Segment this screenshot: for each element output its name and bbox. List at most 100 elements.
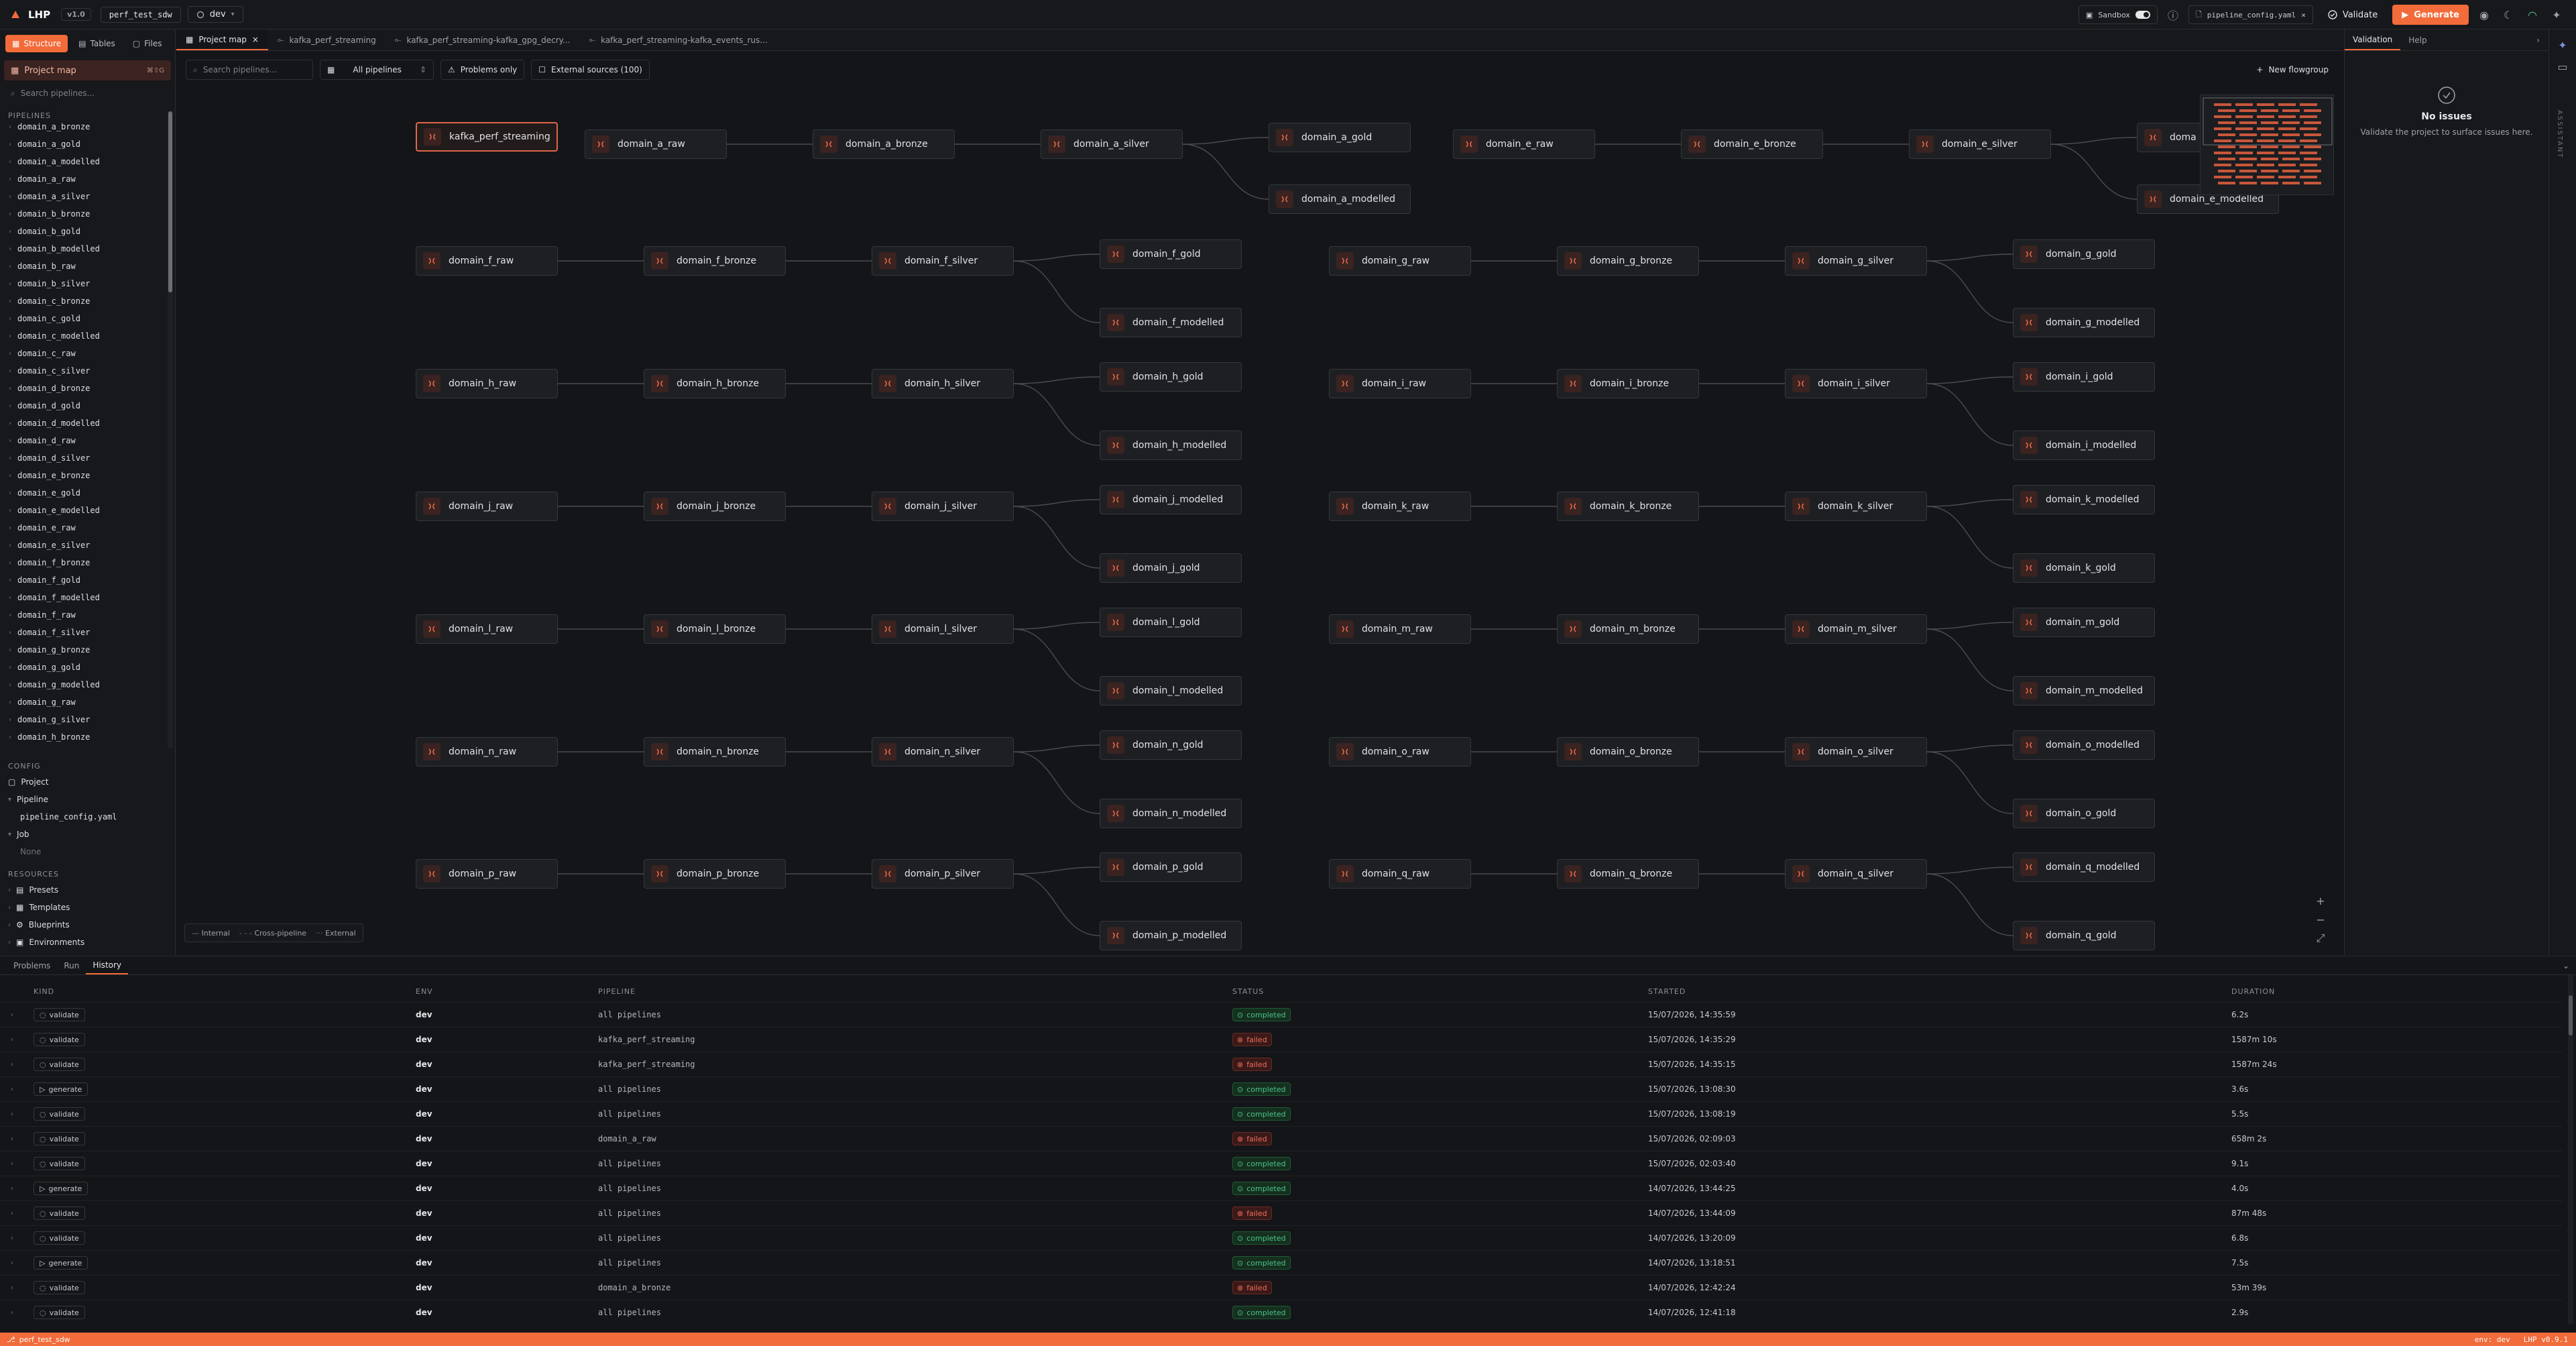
generate-button[interactable]: ▶ Generate bbox=[2392, 5, 2469, 25]
sidebar-scrollbar[interactable] bbox=[168, 111, 173, 748]
sidebar-item-pipeline[interactable]: › domain_e_bronze bbox=[0, 467, 168, 484]
pipeline-node[interactable]: domain_g_gold bbox=[2013, 239, 2155, 269]
pipeline-node[interactable]: domain_n_bronze bbox=[644, 737, 786, 767]
table-row[interactable]: › ◌ validate dev all pipelines ⊗ failed 14/07/2… bbox=[0, 1200, 2563, 1225]
pipeline-node[interactable]: domain_h_bronze bbox=[644, 369, 786, 398]
pipeline-node[interactable]: domain_n_modelled bbox=[1100, 799, 1242, 828]
pipeline-node[interactable]: domain_j_raw bbox=[416, 492, 558, 521]
pipeline-filter-select[interactable]: ▦ All pipelines ⇕ bbox=[320, 60, 434, 80]
resource-presets[interactable]: › ▤ Presets bbox=[0, 881, 176, 899]
pipeline-node[interactable]: domain_e_bronze bbox=[1681, 129, 1823, 159]
sidebar-item-pipeline[interactable]: › domain_g_gold bbox=[0, 659, 168, 676]
table-row[interactable]: › ◌ validate dev kafka_perf_streaming ⊗ failed… bbox=[0, 1027, 2563, 1052]
tab-tables[interactable]: ▤ Tables bbox=[72, 35, 122, 52]
pipeline-node[interactable]: domain_l_silver bbox=[872, 614, 1014, 644]
chevron-right-icon[interactable]: › bbox=[11, 1135, 13, 1143]
pipeline-node[interactable]: domain_n_silver bbox=[872, 737, 1014, 767]
pipeline-node[interactable]: domain_j_gold bbox=[1100, 553, 1242, 583]
fit-view-icon[interactable]: ⤢ bbox=[2312, 930, 2329, 946]
pipeline-node[interactable]: domain_i_modelled bbox=[2013, 431, 2155, 460]
pipeline-node[interactable]: domain_i_silver bbox=[1785, 369, 1927, 398]
pipeline-node[interactable]: domain_f_raw bbox=[416, 246, 558, 276]
table-row[interactable]: › ◌ validate dev all pipelines ⊙ completed 15/0… bbox=[0, 1101, 2563, 1126]
tab-files[interactable]: ▢ Files bbox=[126, 35, 169, 52]
sidebar-item-pipeline[interactable]: › domain_e_modelled bbox=[0, 502, 168, 519]
resource-blueprints[interactable]: › ⚙ Blueprints bbox=[0, 916, 176, 934]
sidebar-item-pipeline[interactable]: › domain_f_gold bbox=[0, 571, 168, 589]
sparkle-icon[interactable]: ✦ bbox=[2554, 36, 2571, 54]
chevron-right-icon[interactable]: › bbox=[11, 1036, 13, 1044]
new-flowgroup-button[interactable]: + New flowgroup bbox=[2249, 60, 2335, 80]
sidebar-item-pipeline[interactable]: › domain_a_gold bbox=[0, 135, 168, 153]
status-project[interactable]: ⎇ perf_test_sdw bbox=[0, 1335, 70, 1344]
chat-icon[interactable]: ▭ bbox=[2554, 58, 2571, 75]
config-pipeline[interactable]: ▾ Pipeline bbox=[0, 791, 176, 808]
pipeline-node[interactable]: domain_h_silver bbox=[872, 369, 1014, 398]
pipeline-node[interactable]: domain_q_bronze bbox=[1557, 859, 1699, 889]
pipeline-node[interactable]: domain_k_gold bbox=[2013, 553, 2155, 583]
sidebar-item-pipeline[interactable]: › domain_b_modelled bbox=[0, 240, 168, 258]
pipeline-node[interactable]: domain_q_silver bbox=[1785, 859, 1927, 889]
sidebar-item-pipeline[interactable]: › domain_d_modelled bbox=[0, 414, 168, 432]
pipeline-node[interactable]: domain_a_gold bbox=[1269, 123, 1411, 152]
sidebar-item-pipeline[interactable]: › domain_d_gold bbox=[0, 397, 168, 414]
sidebar-item-pipeline[interactable]: › domain_b_bronze bbox=[0, 205, 168, 223]
sidebar-item-pipeline[interactable]: › domain_a_bronze bbox=[0, 118, 168, 135]
resource-templates[interactable]: › ▦ Templates bbox=[0, 899, 176, 916]
minimap[interactable] bbox=[2200, 95, 2334, 195]
chevron-right-icon[interactable]: › bbox=[11, 1259, 13, 1267]
sidebar-item-pipeline[interactable]: › domain_c_bronze bbox=[0, 292, 168, 310]
tab-pipeline[interactable]: ⟜ kafka_perf_streaming bbox=[268, 30, 386, 50]
pipeline-node[interactable]: domain_h_gold bbox=[1100, 362, 1242, 392]
project-map-item[interactable]: ▦ Project map ⌘⇧G bbox=[4, 60, 171, 80]
pipeline-node[interactable]: domain_o_raw bbox=[1329, 737, 1471, 767]
sidebar-item-pipeline[interactable]: › domain_a_silver bbox=[0, 188, 168, 205]
chevron-right-icon[interactable]: › bbox=[11, 1309, 13, 1316]
sidebar-item-pipeline[interactable]: › domain_g_silver bbox=[0, 711, 168, 728]
sidebar-item-pipeline[interactable]: › domain_a_raw bbox=[0, 170, 168, 188]
pipeline-node[interactable]: domain_q_gold bbox=[2013, 921, 2155, 950]
sidebar-item-pipeline[interactable]: › domain_g_bronze bbox=[0, 641, 168, 659]
config-job[interactable]: ▾ Job bbox=[0, 826, 176, 843]
chevron-right-icon[interactable]: › bbox=[11, 1061, 13, 1068]
pipeline-node[interactable]: domain_g_silver bbox=[1785, 246, 1927, 276]
pipeline-node[interactable]: domain_p_modelled bbox=[1100, 921, 1242, 950]
pipeline-node[interactable]: domain_k_silver bbox=[1785, 492, 1927, 521]
resource-environments[interactable]: › ▣ Environments bbox=[0, 934, 176, 951]
table-row[interactable]: › ◌ validate dev all pipelines ⊙ completed 14/0… bbox=[0, 1225, 2563, 1250]
pipeline-node[interactable]: domain_n_gold bbox=[1100, 730, 1242, 760]
sidebar-item-pipeline[interactable]: › domain_g_raw bbox=[0, 693, 168, 711]
chevron-right-icon[interactable]: › bbox=[11, 1235, 13, 1242]
sidebar-item-pipeline[interactable]: › domain_c_silver bbox=[0, 362, 168, 380]
zoom-out-icon[interactable]: − bbox=[2312, 911, 2329, 928]
validate-button[interactable]: Validate bbox=[2320, 5, 2386, 25]
pipeline-node[interactable]: domain_o_bronze bbox=[1557, 737, 1699, 767]
pipeline-node[interactable]: domain_l_modelled bbox=[1100, 676, 1242, 706]
zoom-in-icon[interactable]: + bbox=[2312, 893, 2329, 909]
pipeline-node[interactable]: domain_m_raw bbox=[1329, 614, 1471, 644]
sidebar-item-pipeline[interactable]: › domain_b_raw bbox=[0, 258, 168, 275]
table-row[interactable]: › ▷ generate dev all pipelines ⊙ completed 15/0… bbox=[0, 1076, 2563, 1101]
chevron-right-icon[interactable]: › bbox=[11, 1086, 13, 1093]
close-icon[interactable]: × bbox=[252, 35, 259, 44]
tab-flowgroup[interactable]: ⟜ kafka_perf_streaming-kafka_gpg_decry... bbox=[386, 30, 580, 50]
chevron-right-icon[interactable]: › bbox=[11, 1011, 13, 1019]
sidebar-item-pipeline[interactable]: › domain_c_raw bbox=[0, 345, 168, 362]
table-row[interactable]: › ◌ validate dev kafka_perf_streaming ⊗ failed… bbox=[0, 1052, 2563, 1076]
sidebar-item-pipeline[interactable]: › domain_f_modelled bbox=[0, 589, 168, 606]
sidebar-item-pipeline[interactable]: › domain_f_bronze bbox=[0, 554, 168, 571]
tab-validation[interactable]: Validation bbox=[2345, 30, 2401, 50]
pipeline-node[interactable]: kafka_perf_streaming bbox=[416, 122, 558, 152]
collapse-panel-icon[interactable]: › bbox=[2528, 30, 2548, 50]
chevron-right-icon[interactable]: › bbox=[11, 1185, 13, 1192]
sidebar-item-pipeline[interactable]: › domain_c_gold bbox=[0, 310, 168, 327]
pipeline-node[interactable]: domain_l_raw bbox=[416, 614, 558, 644]
external-sources-toggle[interactable]: ☐ External sources (100) bbox=[531, 60, 650, 80]
tab-structure[interactable]: ▦ Structure bbox=[5, 35, 68, 52]
pipeline-node[interactable]: domain_a_modelled bbox=[1269, 184, 1411, 214]
sidebar-item-pipeline[interactable]: › domain_d_raw bbox=[0, 432, 168, 449]
eye-icon[interactable]: ◉ bbox=[2475, 6, 2493, 23]
pipeline-node[interactable]: domain_l_gold bbox=[1100, 608, 1242, 637]
pipeline-node[interactable]: domain_i_gold bbox=[2013, 362, 2155, 392]
chevron-right-icon[interactable]: › bbox=[11, 1284, 13, 1292]
